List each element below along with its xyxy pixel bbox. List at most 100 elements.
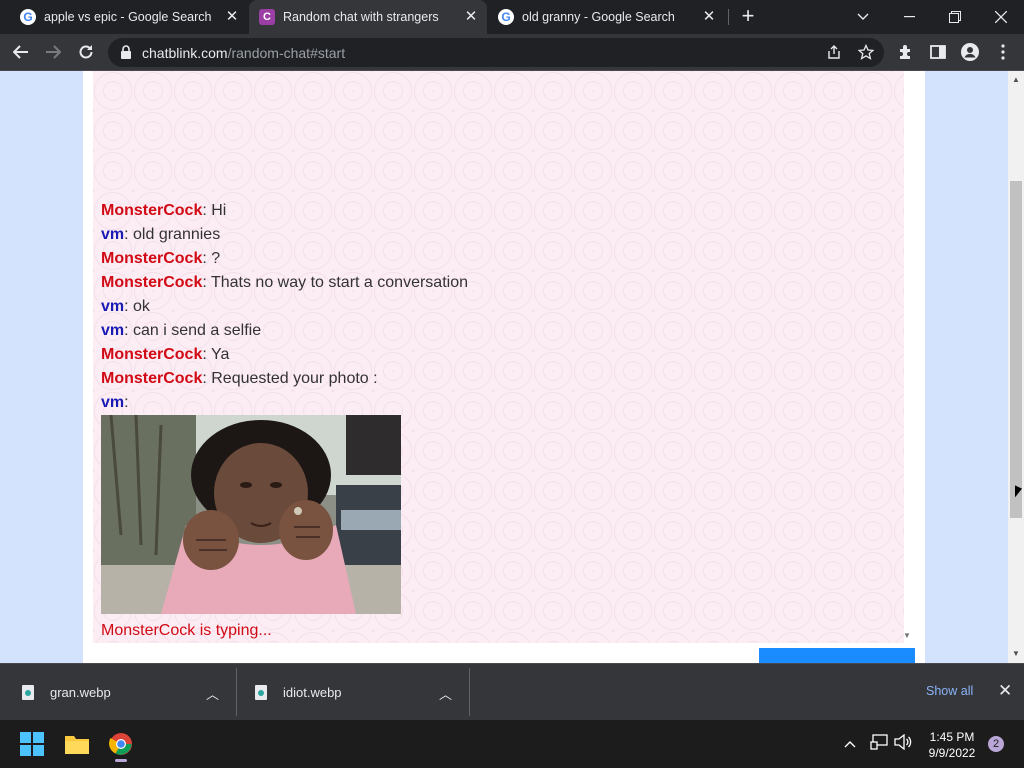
tab-strip: G apple vs epic - Google Search ✕ C Rand… <box>0 0 1024 34</box>
message-separator: : <box>124 322 134 339</box>
profile-avatar-icon[interactable] <box>957 39 983 65</box>
close-window-button[interactable] <box>978 0 1024 34</box>
extensions-icon[interactable] <box>893 39 919 65</box>
minimize-button[interactable] <box>886 0 932 34</box>
chat-message: vm: old grannies <box>101 223 891 247</box>
message-text: ok <box>133 298 150 315</box>
message-text: Requested your photo : <box>211 370 378 387</box>
tab-search-icon[interactable] <box>840 0 886 34</box>
clock-date: 9/9/2022 <box>928 746 976 760</box>
message-text: can i send a selfie <box>133 322 262 339</box>
lock-icon[interactable] <box>118 44 134 60</box>
message-list: MonsterCock: Hi vm: old grannies MonsterCo… <box>101 199 891 415</box>
scrollbar-thumb[interactable] <box>1010 181 1022 518</box>
windows-taskbar: 1:45 PM 9/9/2022 <box>0 720 1024 768</box>
reload-button[interactable] <box>73 39 99 65</box>
google-icon: G <box>20 9 36 25</box>
chat-message: MonsterCock: Ya <box>101 343 891 367</box>
browser-toolbar: chatblink.com/random-chat#start <box>0 34 1024 71</box>
tab-old-granny[interactable]: G old granny - Google Search ✕ <box>487 0 727 34</box>
new-tab-button[interactable]: + <box>738 5 758 27</box>
bookmark-star-icon[interactable] <box>856 43 875 61</box>
menu-kebab-icon[interactable] <box>990 39 1016 65</box>
chat-panel: MonsterCock: Hi vm: old grannies MonsterCo… <box>83 71 925 663</box>
chatblink-icon: C <box>259 9 275 25</box>
chat-message: vm: ok <box>101 295 891 319</box>
url-domain: chatblink.com <box>142 45 228 61</box>
image-file-icon <box>22 685 34 700</box>
address-bar[interactable]: chatblink.com/random-chat#start <box>108 38 884 67</box>
send-button[interactable] <box>759 648 915 663</box>
download-item-gran[interactable]: gran.webp ︿ <box>22 664 236 721</box>
clock-time: 1:45 PM <box>929 730 975 744</box>
tab-title: Random chat with strangers <box>283 10 439 24</box>
message-separator: : <box>202 346 211 363</box>
page-scrollbar[interactable]: ▲ ▼ <box>1008 71 1024 663</box>
file-explorer-icon[interactable] <box>59 726 95 762</box>
tab-apple-vs-epic[interactable]: G apple vs epic - Google Search ✕ <box>0 0 248 34</box>
message-nickname: MonsterCock <box>101 202 203 219</box>
chat-message: MonsterCock: Hi <box>101 199 891 223</box>
image-file-icon <box>255 685 267 700</box>
tab-divider <box>728 9 729 25</box>
message-nickname: vm <box>101 322 125 339</box>
tab-random-chat[interactable]: C Random chat with strangers ✕ <box>249 0 487 34</box>
chat-message: MonsterCock: ? <box>101 247 891 271</box>
message-text: Hi <box>211 202 227 219</box>
message-separator: : <box>124 298 134 315</box>
url-text: chatblink.com/random-chat#start <box>142 45 345 61</box>
tab-title: apple vs epic - Google Search <box>44 10 212 24</box>
message-separator: : <box>202 274 211 291</box>
url-path: /random-chat#start <box>227 45 346 61</box>
download-item-idiot[interactable]: idiot.webp ︿ <box>255 664 469 721</box>
download-filename: idiot.webp <box>283 685 342 700</box>
shared-photo-image <box>101 415 401 614</box>
message-nickname: vm <box>101 298 125 315</box>
close-tab-icon[interactable]: ✕ <box>224 9 240 25</box>
windows-start-icon[interactable] <box>14 726 50 762</box>
scroll-up-icon[interactable]: ▲ <box>1011 75 1021 84</box>
download-bar: gran.webp ︿ idiot.webp ︿ Show all ✕ <box>0 663 1024 720</box>
show-all-downloads-link[interactable]: Show all <box>926 684 973 698</box>
restore-button[interactable] <box>932 0 978 34</box>
message-separator: : <box>124 226 134 243</box>
shared-photo[interactable] <box>101 415 401 614</box>
download-divider <box>469 668 470 716</box>
scroll-down-icon[interactable]: ▼ <box>1011 649 1021 658</box>
back-button[interactable] <box>8 39 34 65</box>
chat-message: MonsterCock: Thats no way to start a con… <box>101 271 891 295</box>
message-separator: : <box>202 250 212 267</box>
download-divider <box>236 668 237 716</box>
notification-badge[interactable]: 2 <box>988 736 1004 752</box>
chat-message: vm: can i send a selfie <box>101 319 891 343</box>
web-page: MonsterCock: Hi vm: old grannies MonsterCo… <box>0 71 1008 663</box>
chat-scroll-down-icon[interactable]: ▼ <box>903 631 911 640</box>
side-panel-icon[interactable] <box>925 39 951 65</box>
chevron-up-icon[interactable]: ︿ <box>206 684 219 703</box>
tab-title: old granny - Google Search <box>522 10 675 24</box>
message-text: Ya <box>210 346 230 363</box>
typing-indicator: MonsterCock is typing... <box>101 622 272 639</box>
network-icon[interactable] <box>870 734 888 754</box>
system-clock[interactable]: 1:45 PM 9/9/2022 <box>924 729 980 761</box>
download-filename: gran.webp <box>50 685 111 700</box>
google-icon: G <box>498 9 514 25</box>
message-text: ? <box>211 250 221 267</box>
volume-icon[interactable] <box>894 733 912 754</box>
message-nickname: MonsterCock <box>101 274 203 291</box>
chat-message: MonsterCock: Requested your photo : <box>101 367 891 391</box>
close-download-bar-icon[interactable]: ✕ <box>998 681 1012 701</box>
chat-message: vm: <box>101 391 891 415</box>
message-nickname: vm <box>101 394 125 411</box>
message-text: Thats no way to start a conversation <box>210 274 468 291</box>
forward-button[interactable] <box>40 39 66 65</box>
share-icon[interactable] <box>825 44 842 61</box>
message-nickname: MonsterCock <box>101 346 203 363</box>
chat-log[interactable]: MonsterCock: Hi vm: old grannies MonsterCo… <box>93 71 911 643</box>
tray-overflow-chevron-icon[interactable] <box>844 735 856 752</box>
message-nickname: MonsterCock <box>101 250 203 267</box>
close-tab-icon[interactable]: ✕ <box>463 9 479 25</box>
close-tab-icon[interactable]: ✕ <box>701 9 717 25</box>
chrome-icon[interactable] <box>103 726 139 762</box>
chevron-up-icon[interactable]: ︿ <box>439 684 452 703</box>
